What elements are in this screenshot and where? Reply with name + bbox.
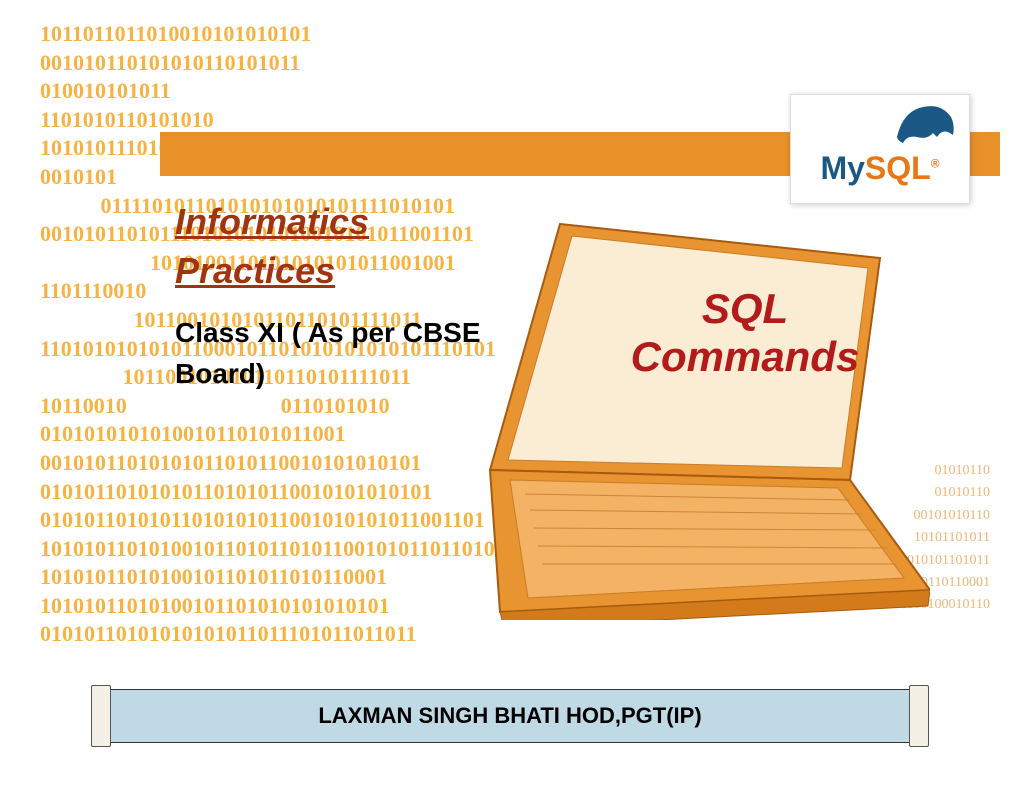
dolphin-icon (893, 103, 959, 147)
laptop-screen-title: SQL Commands (615, 285, 875, 382)
laptop-illustration: SQL Commands (430, 210, 930, 620)
mysql-registered-icon: ® (931, 156, 940, 170)
mysql-logo-suffix: SQL (865, 150, 931, 186)
footer-author: LAXMAN SINGH BHATI HOD,PGT(IP) (318, 703, 701, 729)
mysql-logo: MySQL® (790, 94, 970, 204)
mysql-logo-prefix: My (820, 150, 864, 186)
scroll-cap-left (91, 685, 111, 747)
scroll-cap-right (909, 685, 929, 747)
footer-banner: LAXMAN SINGH BHATI HOD,PGT(IP) (108, 689, 912, 743)
